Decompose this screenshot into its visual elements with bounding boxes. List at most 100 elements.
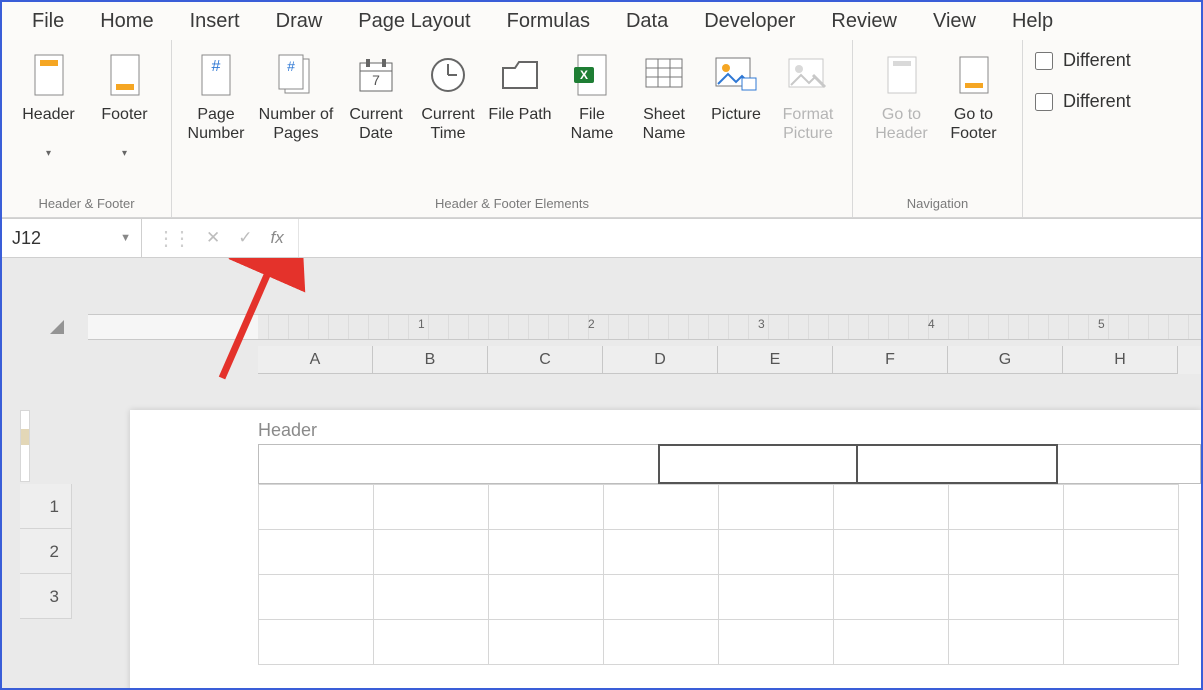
column-headers: A B C D E F G H xyxy=(258,346,1201,374)
header-right-section[interactable] xyxy=(1058,444,1201,484)
cell[interactable] xyxy=(834,530,949,575)
cell[interactable] xyxy=(374,485,489,530)
vertical-ruler[interactable] xyxy=(20,410,30,482)
menu-bar: File Home Insert Draw Page Layout Formul… xyxy=(2,2,1201,40)
header-button[interactable]: Header ▾ xyxy=(11,50,87,160)
cell[interactable] xyxy=(949,620,1064,665)
fx-icon[interactable]: fx xyxy=(271,228,284,248)
file-name-button[interactable]: X File Name xyxy=(556,50,628,146)
cell[interactable] xyxy=(1064,575,1179,620)
cell[interactable] xyxy=(719,485,834,530)
goto-footer-icon xyxy=(956,50,992,100)
header-icon xyxy=(31,50,67,100)
number-of-pages-button[interactable]: # Number of Pages xyxy=(252,50,340,146)
menu-help[interactable]: Help xyxy=(994,4,1071,39)
cell[interactable] xyxy=(719,575,834,620)
cell[interactable] xyxy=(259,575,374,620)
cell[interactable] xyxy=(604,575,719,620)
horizontal-ruler[interactable]: 1 2 3 4 5 xyxy=(88,314,1201,340)
workspace: 1 2 3 4 5 A B C D E F G H 1 2 3 Header xyxy=(2,258,1201,690)
cell[interactable] xyxy=(834,575,949,620)
format-picture-icon xyxy=(787,50,829,100)
cell[interactable] xyxy=(1064,620,1179,665)
menu-review[interactable]: Review xyxy=(813,4,915,39)
different-first-page-checkbox[interactable]: Different xyxy=(1035,50,1131,71)
cell[interactable] xyxy=(259,620,374,665)
header-section-label: Header xyxy=(258,420,317,441)
col-header[interactable]: G xyxy=(948,346,1063,374)
cell[interactable] xyxy=(949,575,1064,620)
cancel-icon[interactable]: ✕ xyxy=(206,228,220,248)
formula-input[interactable] xyxy=(299,219,1201,257)
header-left-section[interactable] xyxy=(258,444,658,484)
cell[interactable] xyxy=(489,485,604,530)
current-time-button[interactable]: Current Time xyxy=(412,50,484,146)
col-header[interactable]: A xyxy=(258,346,373,374)
col-header[interactable]: B xyxy=(373,346,488,374)
file-path-button[interactable]: File Path xyxy=(484,50,556,146)
menu-page-layout[interactable]: Page Layout xyxy=(340,4,488,39)
formula-bar: J12 ▼ ⋮⋮ ✕ ✓ fx xyxy=(2,218,1201,258)
row-header[interactable]: 3 xyxy=(20,574,72,619)
grip-icon: ⋮⋮ xyxy=(156,226,188,251)
formula-controls: ⋮⋮ ✕ ✓ fx xyxy=(142,219,299,257)
folder-icon xyxy=(499,50,541,100)
chevron-down-icon[interactable]: ▼ xyxy=(120,232,131,244)
picture-button[interactable]: Picture xyxy=(700,50,772,146)
menu-view[interactable]: View xyxy=(915,4,994,39)
different-odd-even-checkbox[interactable]: Different xyxy=(1035,91,1131,112)
cell[interactable] xyxy=(949,530,1064,575)
cell[interactable] xyxy=(374,530,489,575)
menu-insert[interactable]: Insert xyxy=(172,4,258,39)
cell[interactable] xyxy=(259,530,374,575)
menu-data[interactable]: Data xyxy=(608,4,686,39)
group-navigation: Go to Header Go to Footer Navigation xyxy=(853,40,1023,217)
cell[interactable] xyxy=(719,530,834,575)
cell[interactable] xyxy=(719,620,834,665)
row-header[interactable]: 2 xyxy=(20,529,72,574)
col-header[interactable]: E xyxy=(718,346,833,374)
cell[interactable] xyxy=(604,530,719,575)
name-box[interactable]: J12 ▼ xyxy=(2,219,142,257)
cell[interactable] xyxy=(489,530,604,575)
row-header[interactable]: 1 xyxy=(20,484,72,529)
cell[interactable] xyxy=(834,485,949,530)
cell[interactable] xyxy=(1064,530,1179,575)
cell[interactable] xyxy=(604,485,719,530)
menu-draw[interactable]: Draw xyxy=(258,4,341,39)
col-header[interactable]: D xyxy=(603,346,718,374)
app-window: File Home Insert Draw Page Layout Formul… xyxy=(0,0,1203,690)
col-header[interactable]: H xyxy=(1063,346,1178,374)
col-header[interactable]: C xyxy=(488,346,603,374)
col-header[interactable]: F xyxy=(833,346,948,374)
footer-button[interactable]: Footer ▾ xyxy=(87,50,163,160)
checkbox-icon[interactable] xyxy=(1035,52,1053,70)
select-all-triangle[interactable] xyxy=(50,320,64,334)
cell[interactable] xyxy=(834,620,949,665)
checkbox-icon[interactable] xyxy=(1035,93,1053,111)
cell-grid xyxy=(258,484,1179,665)
sheet-name-button[interactable]: Sheet Name xyxy=(628,50,700,146)
enter-icon[interactable]: ✓ xyxy=(238,228,252,248)
svg-text:7: 7 xyxy=(372,72,380,88)
cell[interactable] xyxy=(949,485,1064,530)
menu-formulas[interactable]: Formulas xyxy=(489,4,608,39)
ruler-margin xyxy=(88,315,258,339)
cell[interactable] xyxy=(374,620,489,665)
ribbon: Header ▾ Footer ▾ Header & Footer # xyxy=(2,40,1201,218)
menu-file[interactable]: File xyxy=(14,4,82,39)
goto-footer-button[interactable]: Go to Footer xyxy=(938,50,1010,146)
current-date-button[interactable]: 7 Current Date xyxy=(340,50,412,146)
menu-home[interactable]: Home xyxy=(82,4,171,39)
cell[interactable] xyxy=(1064,485,1179,530)
page-number-button[interactable]: # Page Number xyxy=(180,50,252,146)
header-center-section-b[interactable] xyxy=(858,444,1058,484)
cell[interactable] xyxy=(259,485,374,530)
cell[interactable] xyxy=(489,575,604,620)
format-picture-button: Format Picture xyxy=(772,50,844,146)
menu-developer[interactable]: Developer xyxy=(686,4,813,39)
cell[interactable] xyxy=(604,620,719,665)
cell[interactable] xyxy=(489,620,604,665)
header-center-section[interactable] xyxy=(658,444,858,484)
cell[interactable] xyxy=(374,575,489,620)
